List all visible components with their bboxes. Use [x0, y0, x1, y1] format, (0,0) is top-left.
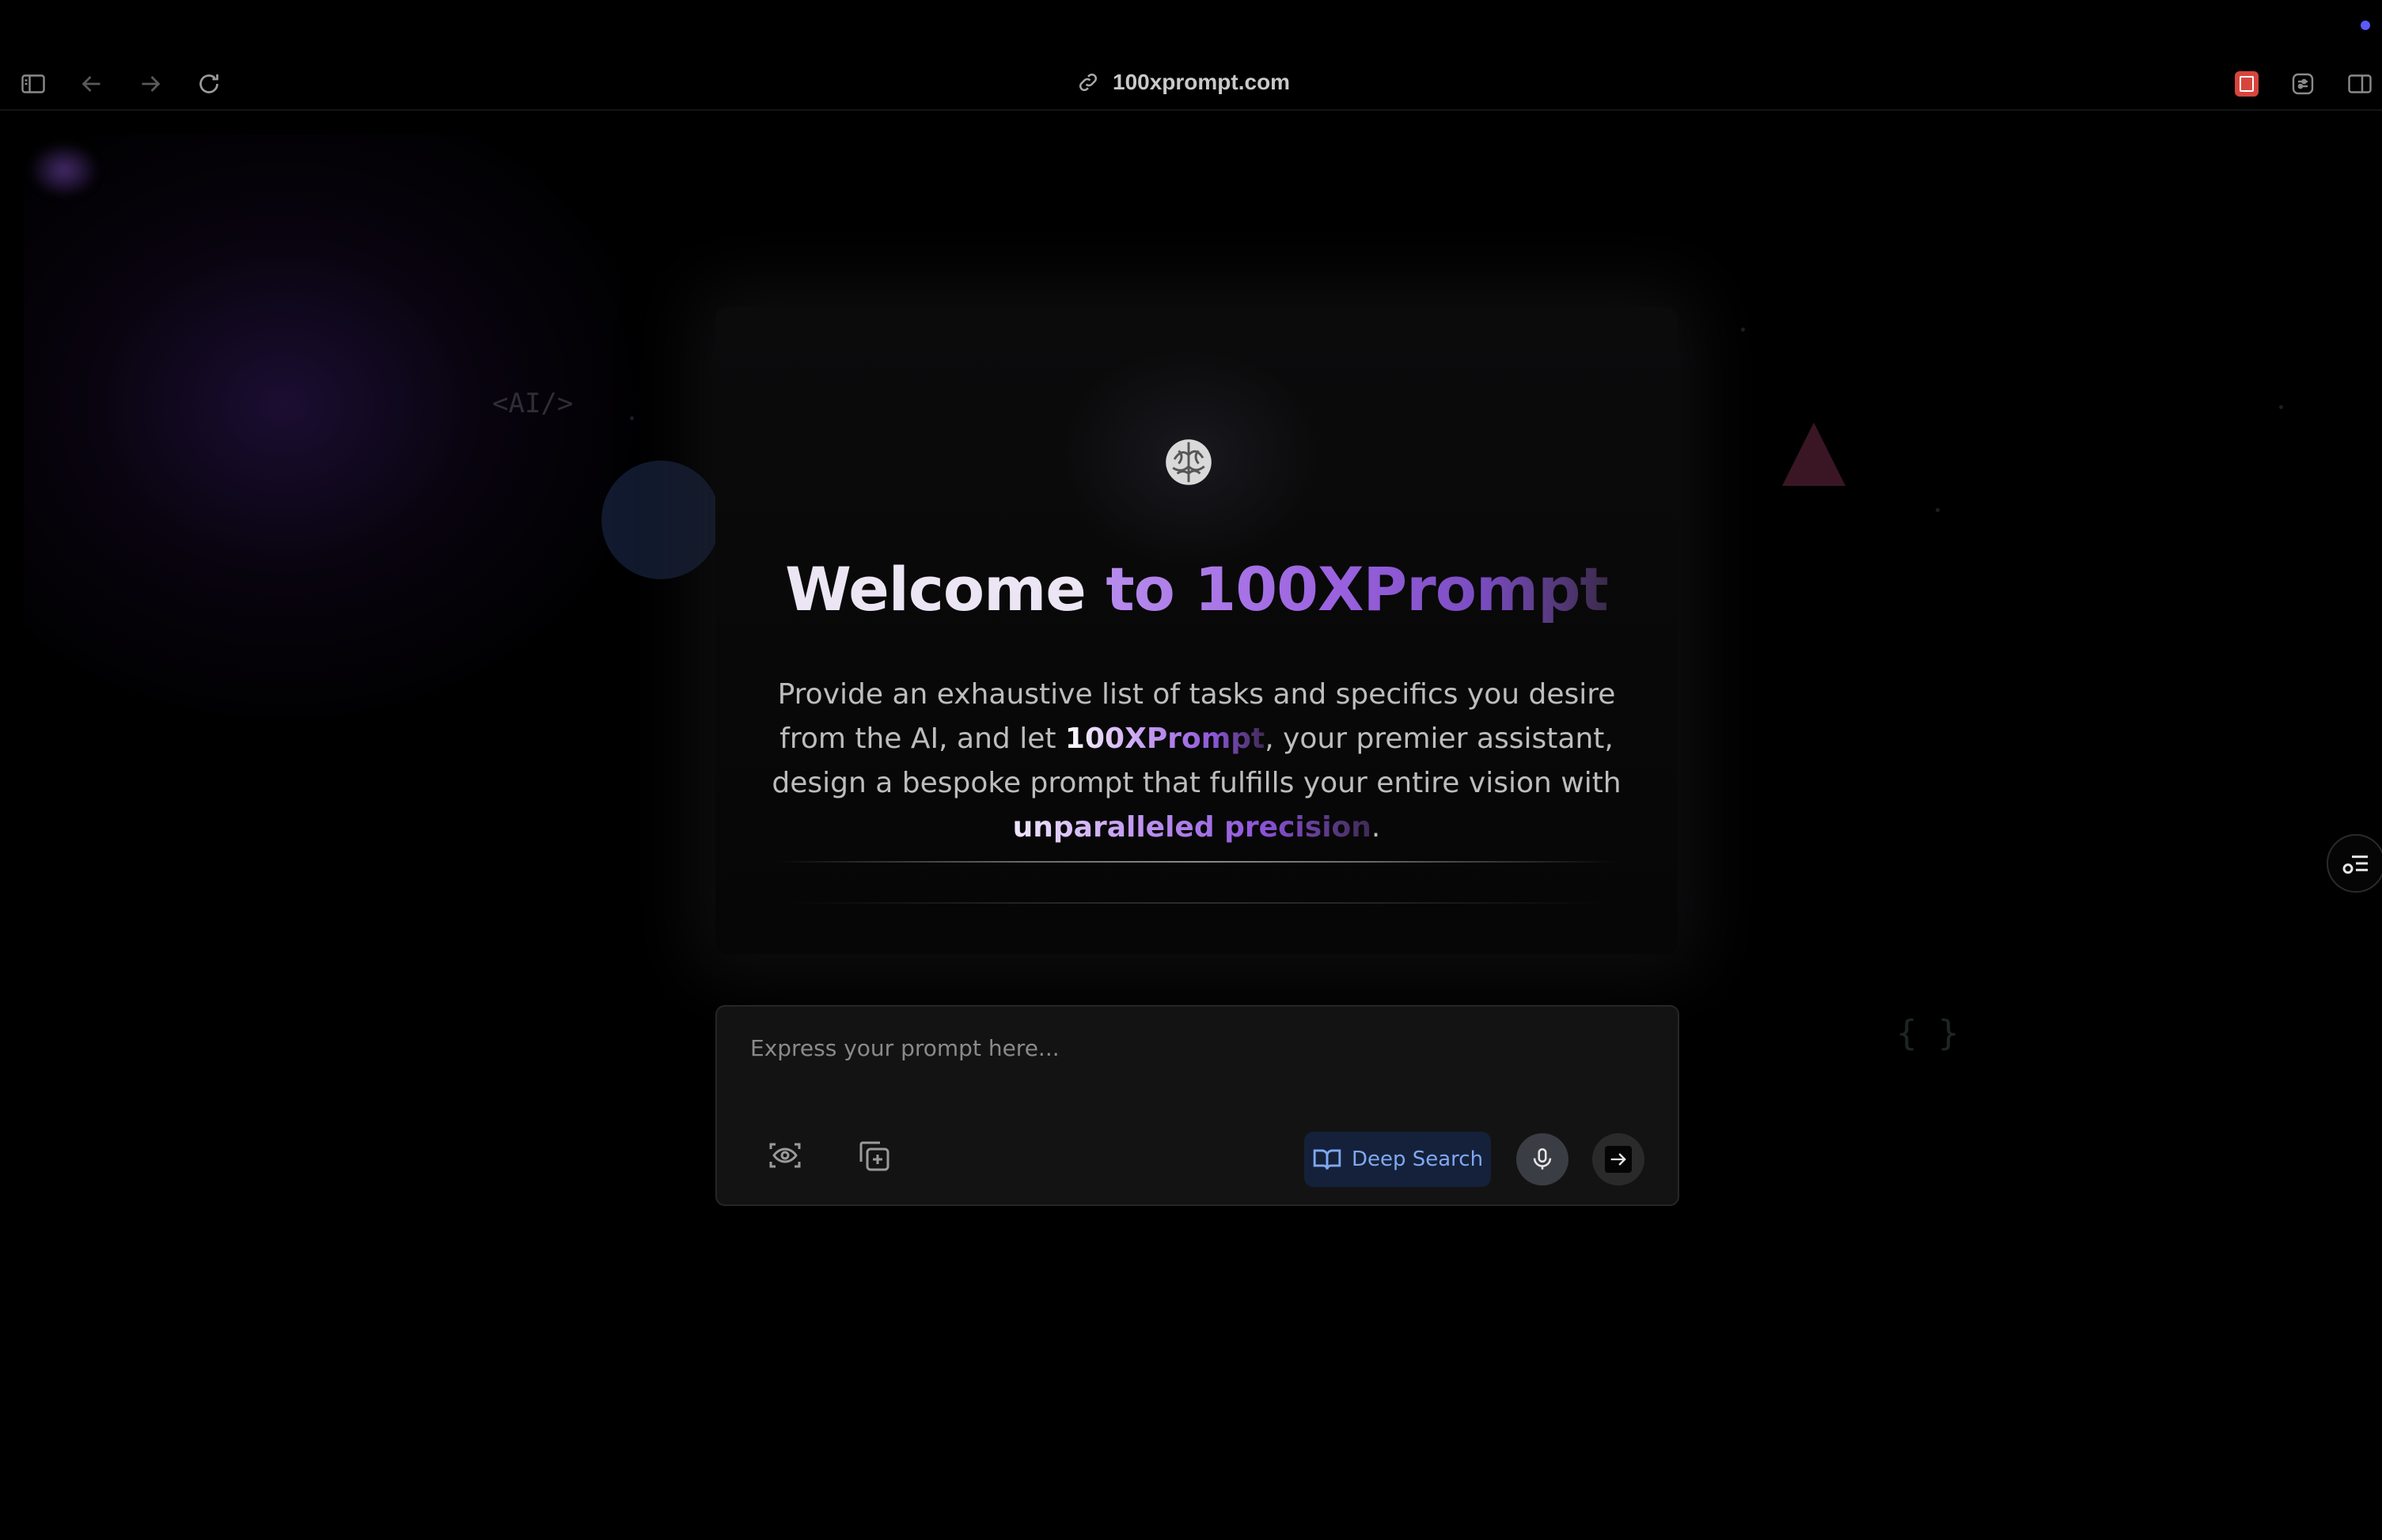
pdf-extension-icon[interactable]: [2235, 71, 2259, 97]
prompt-box: Deep Search: [715, 1005, 1679, 1206]
desc-emphasis: unparalleled precision: [1012, 811, 1371, 844]
braces-decoration: { }: [1896, 1013, 1959, 1053]
circle-decoration: [601, 461, 720, 579]
speck-decoration: [2279, 405, 2283, 409]
voice-input-button[interactable]: [1516, 1133, 1568, 1185]
arrow-right-icon: [1610, 1153, 1626, 1166]
title-brand: to 100XPrompt: [1106, 554, 1609, 624]
browser-toolbar: 100xprompt.com: [0, 0, 2382, 111]
welcome-card: Welcome to 100XPrompt Provide an exhaust…: [715, 307, 1678, 954]
welcome-title: Welcome to 100XPrompt: [715, 554, 1678, 624]
eye-scan-icon: [769, 1143, 801, 1168]
divider: [791, 902, 1602, 904]
reload-icon[interactable]: [193, 68, 225, 100]
ai-tag-decoration: <AI/>: [492, 388, 574, 419]
link-icon: [1079, 73, 1098, 92]
settings-sliders-icon[interactable]: [2287, 68, 2319, 100]
triangle-decoration: [1782, 423, 1845, 486]
send-button[interactable]: [1592, 1133, 1644, 1185]
side-panel-button[interactable]: [2327, 834, 2382, 893]
deep-search-button[interactable]: Deep Search: [1304, 1132, 1491, 1187]
open-book-icon: [1313, 1149, 1341, 1170]
welcome-description: Provide an exhaustive list of tasks and …: [760, 673, 1633, 850]
prompt-input[interactable]: [749, 1034, 1646, 1084]
url-text: 100xprompt.com: [1113, 70, 1291, 94]
copy-plus-icon: [859, 1141, 889, 1171]
forward-arrow-icon[interactable]: [135, 68, 166, 100]
desc-brand: 100XPrompt: [1064, 723, 1265, 755]
split-view-icon[interactable]: [2344, 68, 2376, 100]
status-dot: [2361, 21, 2370, 30]
background-blob: [28, 142, 100, 198]
back-arrow-icon[interactable]: [76, 68, 108, 100]
divider: [776, 861, 1618, 863]
brain-logo-icon: [1166, 439, 1212, 485]
list-settings-icon: [2342, 855, 2368, 874]
background-glow: [24, 135, 673, 736]
deep-search-label: Deep Search: [1351, 1147, 1484, 1171]
speck-decoration: [630, 416, 634, 420]
microphone-icon: [1533, 1147, 1552, 1170]
vision-button[interactable]: [758, 1128, 812, 1182]
add-copy-button[interactable]: [847, 1128, 901, 1182]
sidebar-toggle-icon[interactable]: [17, 68, 49, 100]
title-welcome: Welcome: [785, 554, 1106, 624]
address-bar[interactable]: 100xprompt.com: [1076, 70, 1290, 95]
desc-end: .: [1371, 811, 1381, 844]
speck-decoration: [1936, 508, 1940, 512]
speck-decoration: [1741, 328, 1745, 332]
